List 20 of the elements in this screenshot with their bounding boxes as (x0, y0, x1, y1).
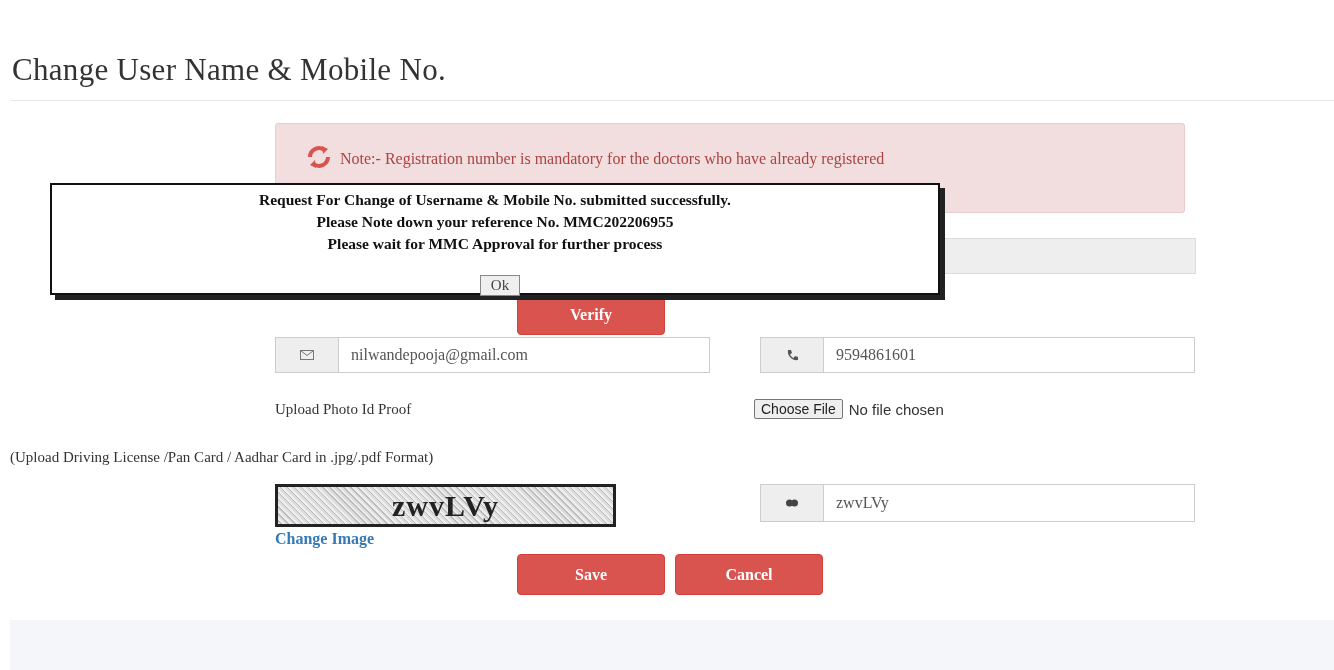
cancel-button[interactable]: Cancel (675, 554, 823, 595)
note-text: Note:- Registration number is mandatory for the doctors who have already registered (340, 149, 885, 168)
upload-label: Upload Photo Id Proof (275, 400, 413, 418)
refresh-icon (306, 144, 332, 170)
dialog-message: Please wait for MMC Approval for further process (326, 234, 664, 254)
envelope-icon (300, 350, 314, 360)
ok-button[interactable]: Ok (479, 275, 521, 296)
change-image-link[interactable]: Change Image (275, 530, 375, 548)
phone-icon (786, 349, 798, 361)
file-status: No file chosen (848, 400, 944, 418)
captcha-field[interactable]: zwvLVy (824, 484, 1195, 522)
choose-file-button[interactable]: Choose File (754, 399, 843, 419)
page-title: Change User Name & Mobile No. (11, 51, 447, 89)
captcha-image: zwvLVy (275, 484, 616, 527)
dialog-message: Please Note down your reference No. MMC202206955 (315, 212, 675, 232)
phone-field[interactable]: 9594861601 (824, 337, 1195, 373)
email-field[interactable]: nilwandepooja@gmail.com (339, 337, 710, 373)
save-button[interactable]: Save (517, 554, 665, 595)
dialog-message: Request For Change of Username & Mobile No. submitted successfully. (258, 190, 732, 210)
upload-hint: (Upload Driving License /Pan Card / Aadhar Card in .jpg/.pdf Format) (10, 449, 435, 466)
